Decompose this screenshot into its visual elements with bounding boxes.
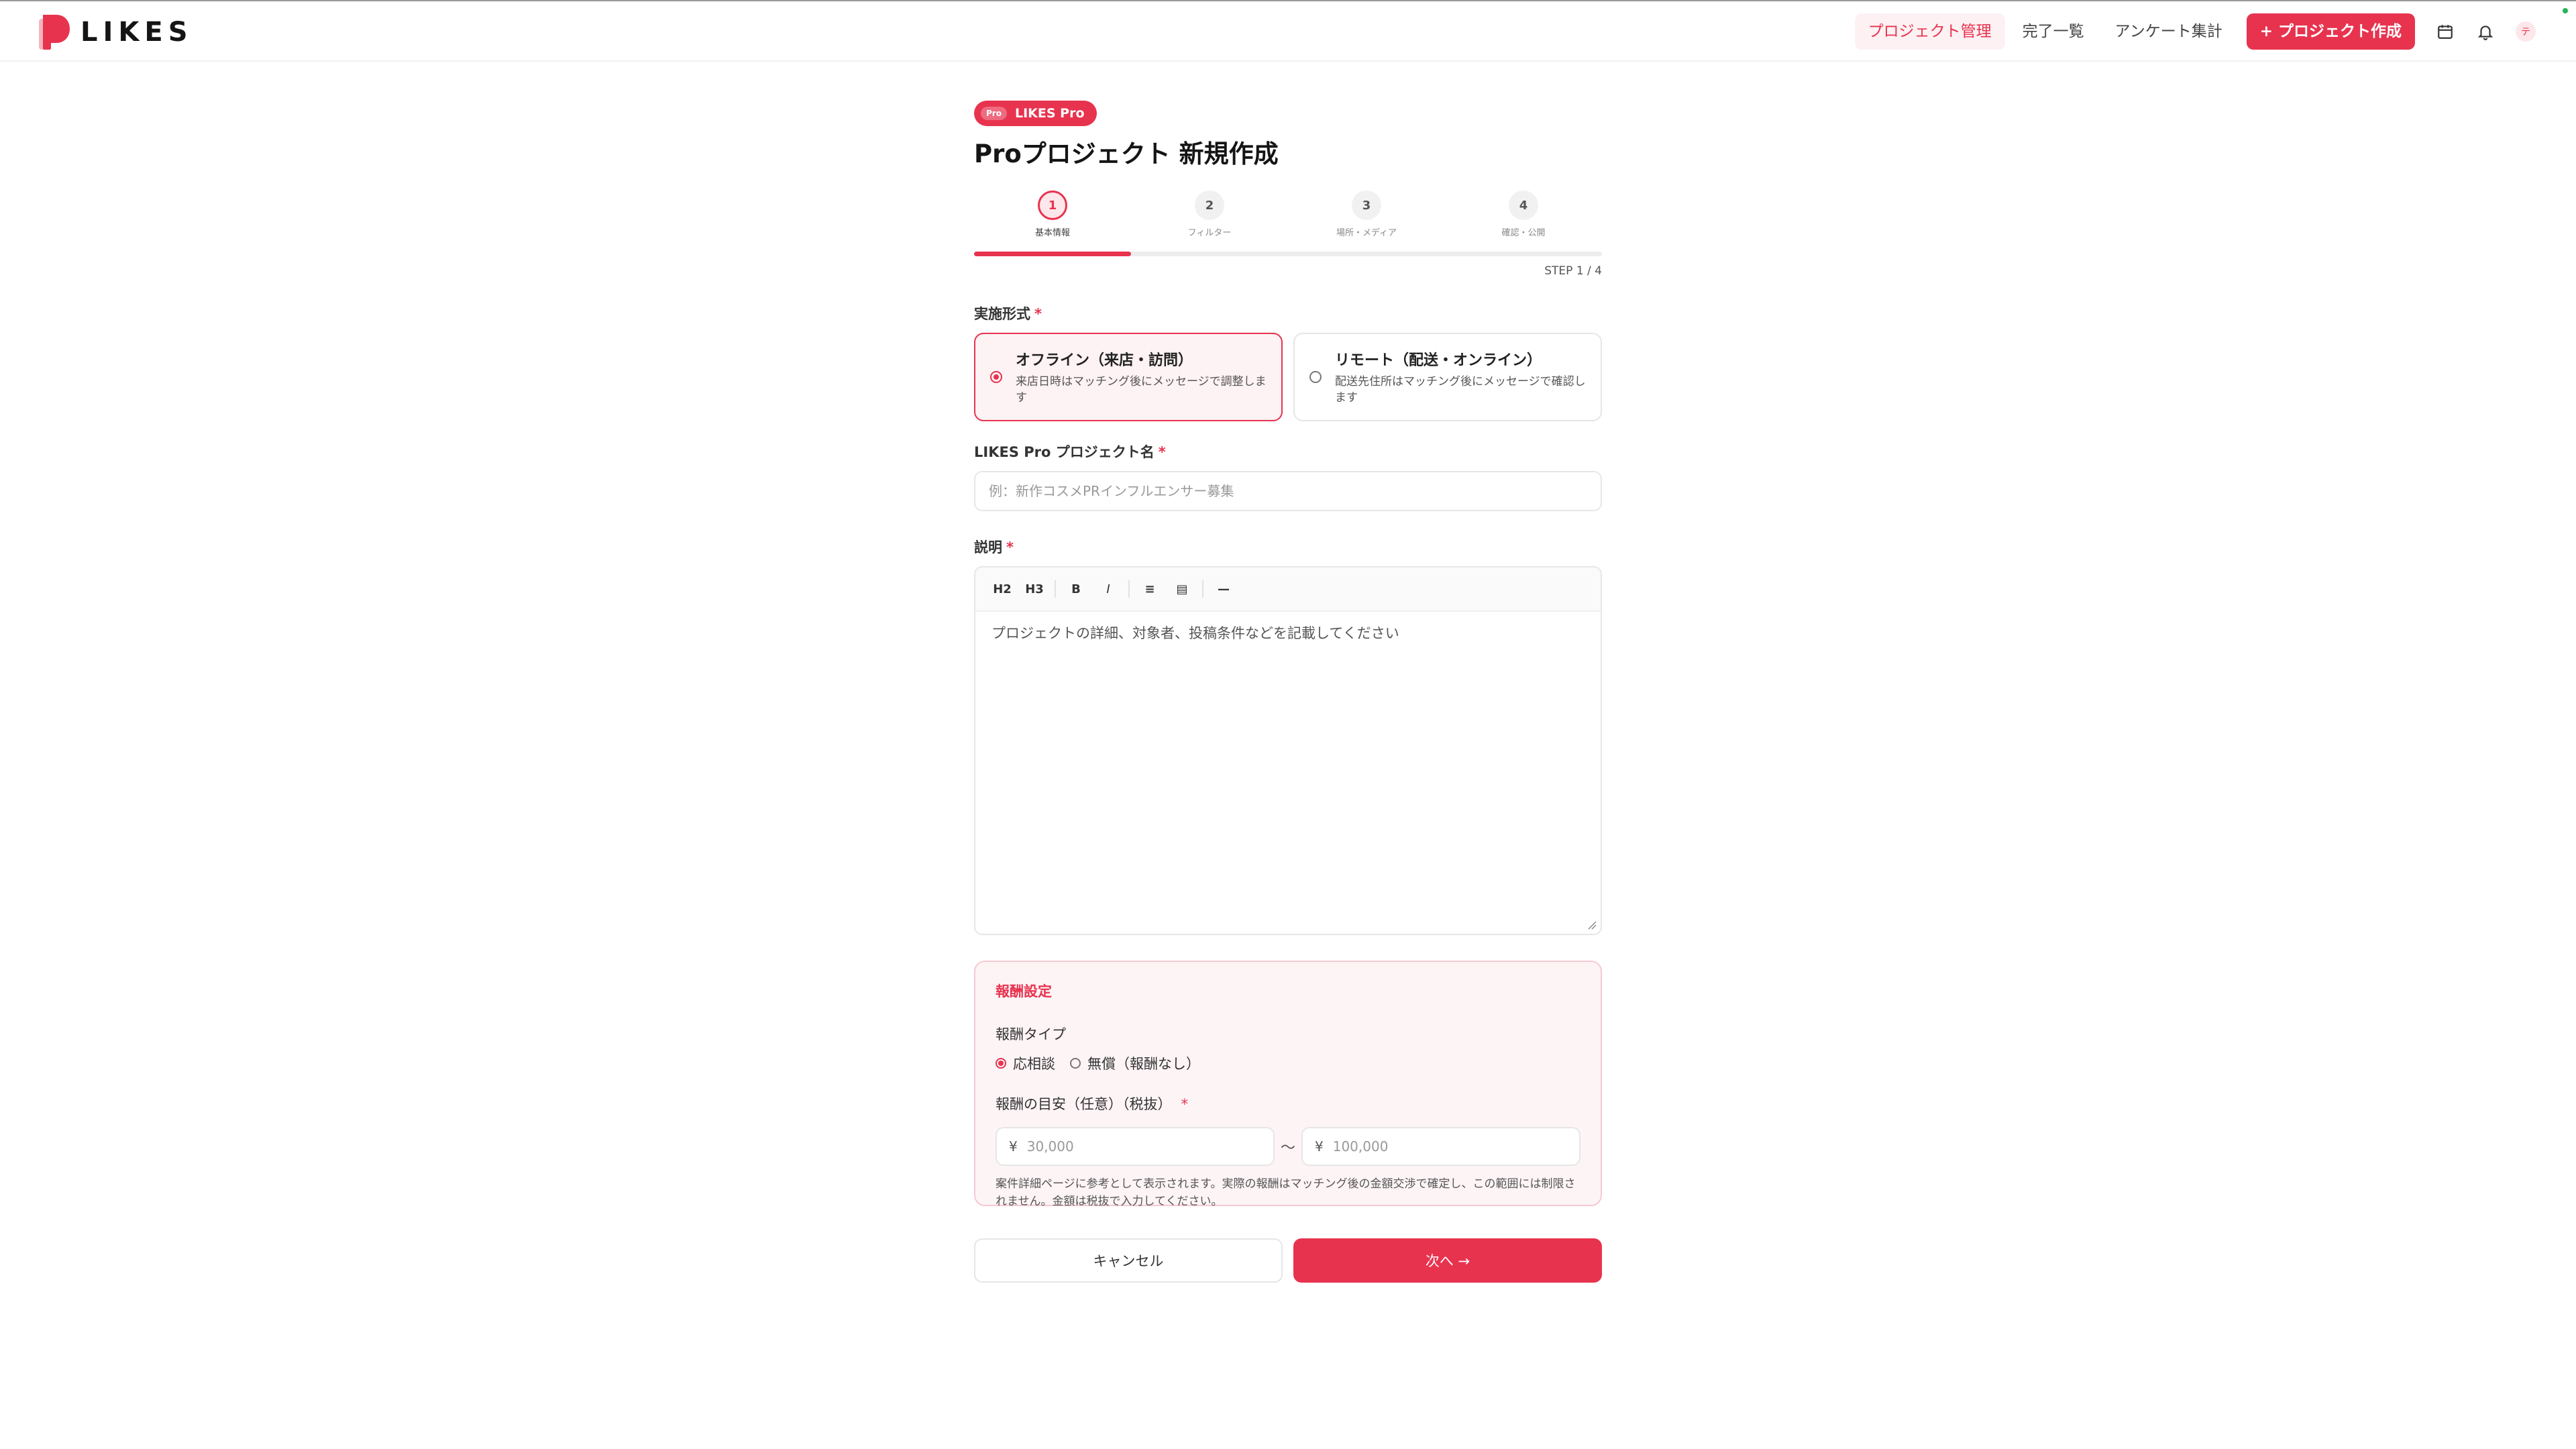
pro-mini-tag: Pro [981, 107, 1007, 120]
nav-item-completed-list[interactable]: 完了一覧 [2009, 13, 2098, 50]
reward-title: 報酬設定 [996, 983, 1052, 1000]
pro-badge-label: LIKES Pro [1014, 106, 1085, 121]
radio-negotiable[interactable] [996, 1058, 1006, 1069]
bullet-list-button[interactable]: ≡ [1134, 576, 1166, 602]
reward-type-options: 応相談 無償（報酬なし） [996, 1053, 1580, 1073]
option-desc: 配送先住所はマッチング後にメッセージで確認します [1335, 375, 1586, 405]
top-nav: プロジェクト管理 完了一覧 アンケート集計 + プロジェクト作成 テ [1851, 13, 2536, 50]
stepper: 1 基本情報 2 フィルター 3 場所・メディア 4 確認・公開 [974, 191, 1602, 258]
resize-handle-icon[interactable] [1587, 920, 1597, 930]
app-header: LIKES プロジェクト管理 完了一覧 アンケート集計 + プロジェクト作成 テ [0, 1, 2576, 62]
reward-settings: 報酬設定 報酬タイプ 応相談 無償（報酬なし） 報酬の目安（任意）（税抜） * ¥… [974, 961, 1602, 1208]
description-label-text: 説明 [974, 539, 1002, 555]
numbered-list-button[interactable]: ▤ [1166, 576, 1198, 602]
next-button[interactable]: 次へ → [1293, 1238, 1602, 1283]
radio-offline[interactable] [990, 371, 1002, 383]
step-4: 4 確認・公開 [1445, 191, 1602, 258]
step-number: 1 [1038, 191, 1067, 220]
required-mark: * [1034, 306, 1042, 322]
heading2-button[interactable]: H2 [986, 576, 1018, 602]
reward-type-negotiable[interactable]: 応相談 [1013, 1053, 1055, 1073]
reward-max-input[interactable]: ¥ 100,000 [1301, 1127, 1580, 1166]
required-mark: * [1158, 444, 1166, 460]
cancel-button[interactable]: キャンセル [974, 1238, 1283, 1283]
reward-type-free[interactable]: 無償（報酬なし） [1087, 1053, 1200, 1073]
heading3-button[interactable]: H3 [1018, 576, 1051, 602]
reward-min-placeholder: 30,000 [1026, 1138, 1074, 1155]
step-number: 2 [1195, 191, 1224, 220]
required-mark: * [1181, 1096, 1189, 1112]
toolbar-divider [1055, 580, 1056, 598]
option-title: リモート（配送・オンライン） [1335, 352, 1542, 369]
step-1: 1 基本情報 [974, 191, 1131, 258]
format-option-offline[interactable]: オフライン（来店・訪問） 来店日時はマッチング後にメッセージで調整します [974, 333, 1283, 421]
calendar-icon[interactable] [2435, 21, 2455, 42]
step-number: 3 [1352, 191, 1381, 220]
project-create-form: Pro LIKES Pro Proプロジェクト 新規作成 1 基本情報 2 フィ… [974, 101, 1602, 1283]
description-editor: H2 H3 B I ≡ ▤ — プロジェクトの詳細、対象者、投稿条件などを記載し… [974, 566, 1602, 935]
step-label: 基本情報 [1034, 228, 1070, 238]
editor-toolbar: H2 H3 B I ≡ ▤ — [975, 568, 1601, 612]
step-progress-fill [974, 252, 1131, 256]
reward-note: 案件詳細ページに参考として表示されます。実際の報酬はマッチング後の金額交渉で確定… [996, 1177, 1576, 1208]
bell-icon[interactable] [2475, 21, 2496, 42]
step-2: 2 フィルター [1131, 191, 1288, 258]
yen-symbol: ¥ [1009, 1138, 1018, 1155]
online-status-indicator [2561, 7, 2569, 15]
reward-range-label: 報酬の目安（任意）（税抜） * [996, 1093, 1580, 1114]
nav-item-survey-summary[interactable]: アンケート集計 [2102, 13, 2236, 50]
horizontal-rule-button[interactable]: — [1208, 576, 1240, 602]
project-name-label: LIKES Pro プロジェクト名 * [974, 441, 1602, 462]
required-mark: * [1006, 539, 1014, 555]
range-separator: 〜 [1280, 1140, 1295, 1157]
brand-name: LIKES [80, 17, 193, 48]
reward-type-label: 報酬タイプ [996, 1026, 1066, 1042]
format-options: オフライン（来店・訪問） 来店日時はマッチング後にメッセージで調整します リモー… [974, 333, 1602, 421]
likes-logo-icon [39, 15, 70, 50]
reward-min-input[interactable]: ¥ 30,000 [996, 1127, 1275, 1166]
radio-remote[interactable] [1309, 371, 1322, 383]
step-count: STEP 1 / 4 [1544, 264, 1602, 278]
description-textarea[interactable]: プロジェクトの詳細、対象者、投稿条件などを記載してください [975, 612, 1601, 653]
step-label: 場所・メディア [1336, 228, 1397, 238]
reward-range-inputs: ¥ 30,000 〜 ¥ 100,000 [996, 1127, 1580, 1166]
step-label: フィルター [1187, 228, 1232, 238]
step-label: 確認・公開 [1501, 228, 1546, 238]
format-label-text: 実施形式 [974, 306, 1030, 322]
bold-button[interactable]: B [1060, 576, 1092, 602]
yen-symbol: ¥ [1315, 1138, 1324, 1155]
project-name-label-text: LIKES Pro プロジェクト名 [974, 444, 1155, 460]
radio-free[interactable] [1070, 1058, 1081, 1069]
step-3: 3 場所・メディア [1288, 191, 1445, 258]
italic-button[interactable]: I [1092, 576, 1124, 602]
option-desc: 来店日時はマッチング後にメッセージで調整します [1016, 375, 1267, 405]
likes-pro-badge: Pro LIKES Pro [974, 101, 1097, 126]
toolbar-divider [1202, 580, 1203, 598]
reward-range-label-text: 報酬の目安（任意）（税抜） [996, 1096, 1172, 1112]
form-actions: キャンセル 次へ → [974, 1238, 1602, 1283]
logo[interactable]: LIKES [39, 15, 193, 50]
nav-item-project-management[interactable]: プロジェクト管理 [1854, 13, 2005, 50]
option-title: オフライン（来店・訪問） [1016, 352, 1193, 369]
step-progress-bar [974, 252, 1602, 256]
format-option-remote[interactable]: リモート（配送・オンライン） 配送先住所はマッチング後にメッセージで確認します [1293, 333, 1602, 421]
avatar[interactable]: テ [2516, 21, 2536, 42]
project-name-input[interactable]: 例：新作コスメPRインフルエンサー募集 [974, 471, 1602, 511]
create-project-button[interactable]: + プロジェクト作成 [2246, 13, 2415, 50]
toolbar-divider [1128, 580, 1130, 598]
description-label: 説明 * [974, 537, 1602, 557]
step-number: 4 [1509, 191, 1538, 220]
reward-max-placeholder: 100,000 [1332, 1138, 1389, 1155]
format-label: 実施形式 * [974, 303, 1602, 323]
page-title: Proプロジェクト 新規作成 [974, 140, 1279, 168]
